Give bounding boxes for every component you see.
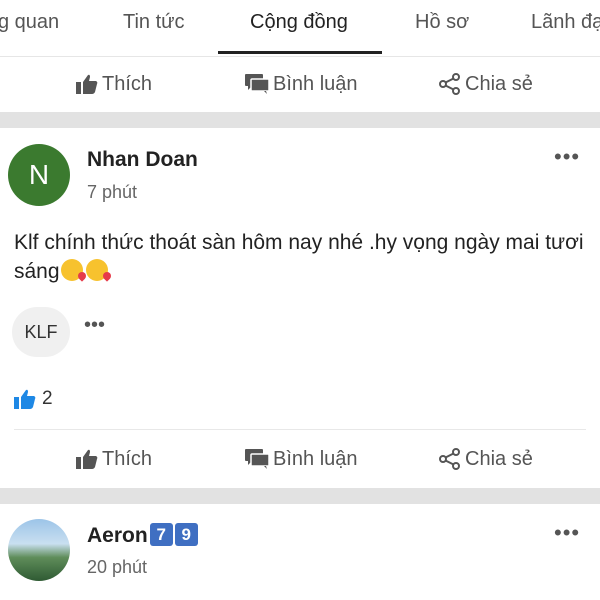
thumbs-up-icon [76, 74, 98, 94]
like-button[interactable]: Thích [76, 56, 152, 112]
like-button[interactable]: Thích [76, 431, 152, 487]
tag-more-icon[interactable]: ••• [84, 315, 105, 335]
post-separator [0, 488, 600, 504]
more-options-icon[interactable]: ••• [554, 522, 580, 544]
kiss-emoji-icon [60, 259, 83, 281]
kiss-emoji-icon [85, 259, 108, 281]
author-name: Aeron [87, 524, 148, 547]
tab-news[interactable]: Tin tức [123, 0, 185, 57]
tab-overview[interactable]: g quan [0, 0, 59, 57]
badge-seven: 7 [149, 523, 173, 546]
tab-bar: g quan Tin tức Cộng đồng Hồ sơ Lãnh đạ [0, 0, 600, 57]
stock-tag[interactable]: KLF [12, 307, 70, 357]
tab-profile[interactable]: Hồ sơ [415, 0, 469, 57]
post-separator [0, 112, 600, 128]
comment-button[interactable]: Bình luận [245, 431, 358, 487]
comment-button[interactable]: Bình luận [245, 56, 358, 112]
share-icon [439, 73, 460, 95]
thumbs-up-icon [76, 449, 98, 469]
tab-leadership[interactable]: Lãnh đạ [531, 0, 600, 57]
comment-label: Bình luận [273, 447, 358, 470]
thumbs-up-icon [14, 389, 36, 409]
share-icon [439, 448, 460, 470]
divider [14, 429, 586, 430]
post-author[interactable]: Nhan Doan [87, 148, 198, 172]
comment-label: Bình luận [273, 72, 358, 95]
post-author[interactable]: Aeron 7 9 [87, 523, 198, 548]
post-time: 20 phút [87, 557, 148, 577]
more-options-icon[interactable]: ••• [554, 146, 580, 168]
avatar[interactable]: N [8, 144, 70, 206]
comment-icon [245, 74, 269, 94]
share-button[interactable]: Chia sẻ [439, 431, 533, 487]
share-label: Chia sẻ [465, 447, 533, 470]
badge-nine: 9 [174, 523, 198, 546]
post-actions-top: Thích Bình luận Chia sẻ [0, 56, 600, 112]
tab-community[interactable]: Cộng đồng [250, 0, 348, 57]
avatar[interactable] [8, 519, 70, 581]
like-label: Thích [102, 447, 153, 470]
share-button[interactable]: Chia sẻ [439, 56, 533, 112]
like-summary[interactable]: 2 [14, 388, 53, 410]
post-time: 7 phút [87, 182, 138, 202]
like-count: 2 [42, 388, 53, 409]
share-label: Chia sẻ [465, 72, 533, 95]
comment-icon [245, 449, 269, 469]
post-actions: Thích Bình luận Chia sẻ [0, 431, 600, 487]
active-tab-indicator [218, 51, 382, 54]
like-label: Thích [102, 72, 153, 95]
post-content: Klf chính thức thoát sàn hôm nay nhé .hy… [14, 228, 584, 286]
